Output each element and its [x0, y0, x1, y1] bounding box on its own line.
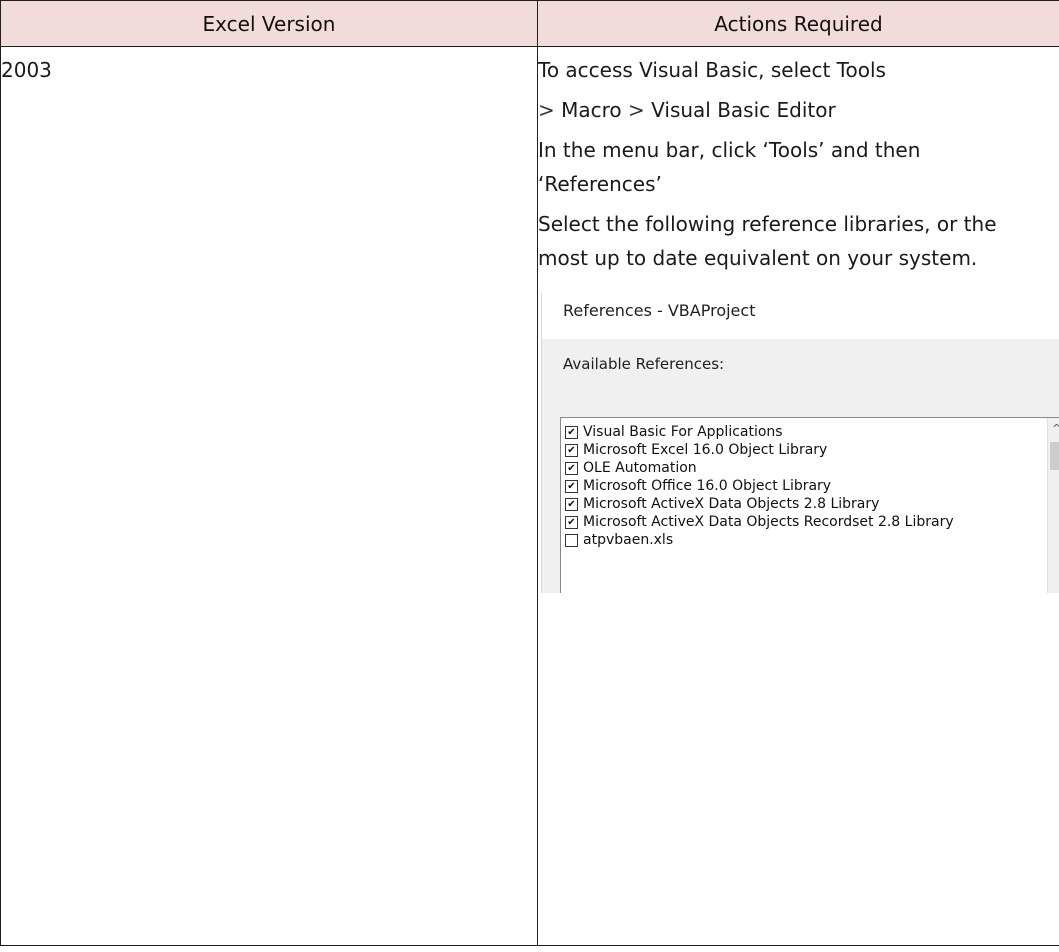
actions-cell: To access Visual Basic, select Tools > M…	[537, 46, 1059, 946]
reference-label: Visual Basic For Applications	[583, 424, 783, 440]
reference-label: OLE Automation	[583, 460, 697, 476]
action-line-1: To access Visual Basic, select Tools	[538, 58, 886, 82]
chevron-up-icon[interactable]: ^	[1052, 422, 1059, 435]
reference-item[interactable]: atpvbaen.xls	[561, 531, 1059, 549]
action-line-2: > Macro > Visual Basic Editor	[538, 93, 1059, 127]
reference-label: Microsoft ActiveX Data Objects 2.8 Libra…	[583, 496, 880, 512]
checkbox-empty-icon[interactable]	[565, 534, 578, 547]
version-cell: 2003	[0, 46, 538, 946]
checkmark-icon[interactable]: ✔	[565, 498, 578, 511]
action-line-6: most up to date equivalent on your syste…	[538, 246, 978, 270]
checkmark-icon[interactable]: ✔	[565, 462, 578, 475]
scrollbar-thumb[interactable]	[1050, 442, 1059, 470]
checkmark-icon[interactable]: ✔	[565, 480, 578, 493]
table-row: 2003 To access Visual Basic, select Tool…	[0, 46, 1059, 946]
table-header-row: Excel Version Actions Required	[0, 0, 1059, 47]
dialog-body: Available References: ✔ Visual Basic For…	[542, 339, 1059, 593]
reference-item[interactable]: ✔ Microsoft Excel 16.0 Object Library	[561, 441, 1059, 459]
reference-item[interactable]: ✔ Microsoft ActiveX Data Objects Records…	[561, 513, 1059, 531]
reference-item[interactable]: ✔ Microsoft Office 16.0 Object Library	[561, 477, 1059, 495]
available-references-label: Available References:	[563, 355, 725, 373]
reference-label: Microsoft Excel 16.0 Object Library	[583, 442, 828, 458]
references-list[interactable]: ✔ Visual Basic For Applications ✔ Micros…	[560, 417, 1059, 593]
action-line-3: In the menu bar, click ‘Tools’ and then	[538, 138, 921, 162]
references-dialog-screenshot: References - VBAProject Available Refere…	[541, 293, 1059, 593]
vertical-scrollbar[interactable]: ^	[1047, 418, 1059, 593]
reference-label: Microsoft ActiveX Data Objects Recordset…	[583, 514, 954, 530]
arrow-separator: >	[628, 98, 645, 122]
header-excel-version: Excel Version	[0, 0, 538, 47]
arrow-separator: >	[538, 98, 555, 122]
header-actions-required: Actions Required	[537, 0, 1059, 47]
dialog-title: References - VBAProject	[563, 301, 756, 320]
reference-item[interactable]: ✔ Microsoft ActiveX Data Objects 2.8 Lib…	[561, 495, 1059, 513]
reference-label: atpvbaen.xls	[583, 532, 674, 548]
checkmark-icon[interactable]: ✔	[565, 426, 578, 439]
reference-label: Microsoft Office 16.0 Object Library	[583, 478, 832, 494]
action-steps: To access Visual Basic, select Tools > M…	[538, 47, 1059, 275]
checkmark-icon[interactable]: ✔	[565, 516, 578, 529]
action-line-5: Select the following reference libraries…	[538, 212, 997, 236]
action-line-4: ‘References’	[538, 172, 662, 196]
excel-version-value: 2003	[1, 58, 52, 82]
checkmark-icon[interactable]: ✔	[565, 444, 578, 457]
requirements-table: Excel Version Actions Required 2003 To a…	[0, 0, 1059, 946]
reference-item[interactable]: ✔ Visual Basic For Applications	[561, 423, 1059, 441]
reference-item[interactable]: ✔ OLE Automation	[561, 459, 1059, 477]
menu-path-macro: Macro	[561, 98, 622, 122]
menu-path-vbe: Visual Basic Editor	[651, 98, 836, 122]
